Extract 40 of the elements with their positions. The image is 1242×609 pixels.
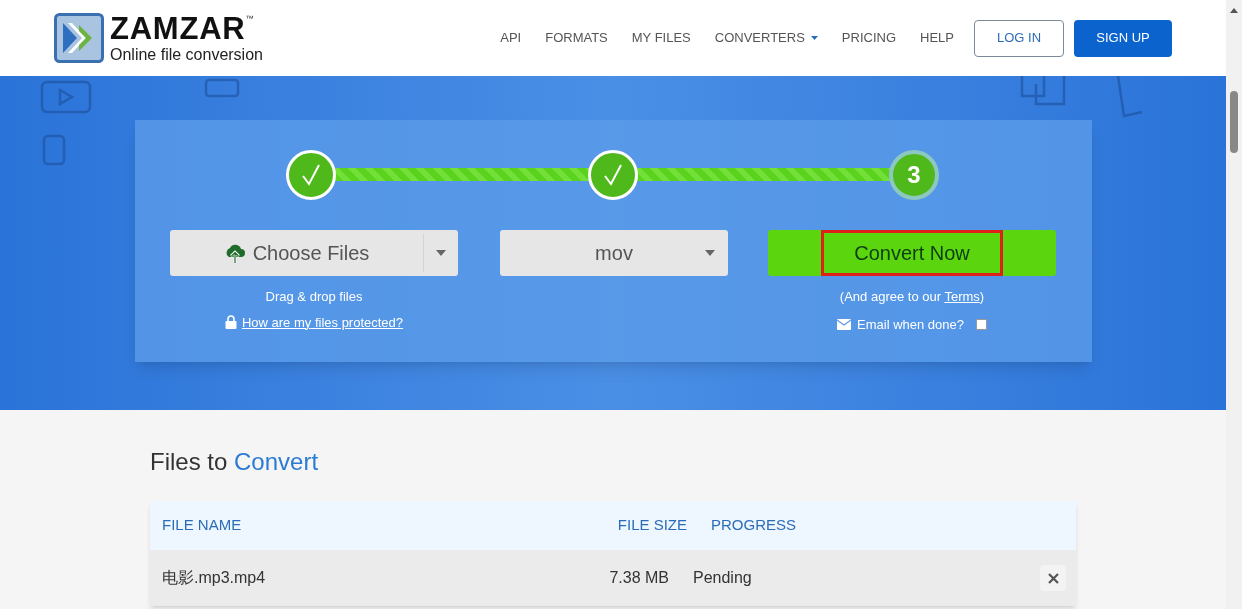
column-header: FILE SIZE <box>616 515 687 536</box>
email-when-done-label: Email when done? <box>857 315 964 334</box>
sign-up-button[interactable]: SIGN UP <box>1074 19 1172 57</box>
nav-link[interactable]: API <box>500 28 522 48</box>
caret-icon[interactable] <box>436 250 446 256</box>
nav-link[interactable]: PRICING <box>841 28 897 48</box>
remove-button[interactable] <box>1040 565 1066 591</box>
log-in-button[interactable]: LOG IN <box>974 19 1064 57</box>
logo-wordmark: ZAMZAR <box>110 13 246 44</box>
choose-files-button[interactable]: Choose Files <box>170 230 458 276</box>
trademark-sign: ™ <box>245 15 254 23</box>
column-header: FILE NAME <box>161 515 243 536</box>
nav-link[interactable]: FORMATS <box>545 28 608 48</box>
email-checkbox[interactable] <box>976 318 987 330</box>
scroll-up-icon[interactable] <box>1230 8 1238 13</box>
nav-link[interactable]: MY FILES <box>631 28 691 48</box>
drag-drop-hint: Drag & drop files <box>265 288 363 306</box>
logo-icon <box>54 13 104 63</box>
caret-icon <box>705 250 715 256</box>
envelope-icon <box>837 318 851 330</box>
section-heading: Files to Convert <box>150 447 320 477</box>
step-number: 3 <box>889 150 939 200</box>
logo-tagline: Online file conversion <box>110 47 263 63</box>
nav-link[interactable]: CONVERTERS <box>714 28 818 48</box>
table-cell: 电影.mp3.mp4 <box>162 569 266 586</box>
checkmark-icon <box>603 164 623 186</box>
choose-files-label: Choose Files <box>252 241 370 266</box>
nav-link[interactable]: HELP <box>920 28 954 48</box>
scrollbar-thumb[interactable] <box>1230 91 1238 153</box>
caret-icon <box>810 36 818 40</box>
terms-note: (And agree to our Terms) <box>839 288 985 306</box>
checkmark-icon <box>301 164 321 186</box>
convert-now-button[interactable]: Convert Now <box>821 230 1003 276</box>
scrollbar[interactable] <box>1226 0 1242 609</box>
close-icon <box>1047 572 1059 584</box>
table-cell: Pending <box>693 569 752 586</box>
column-header: PROGRESS <box>710 515 798 536</box>
format-dropdown[interactable]: mov <box>500 230 728 276</box>
table-cell: 7.38 MB <box>609 569 669 586</box>
lock-icon <box>224 315 237 330</box>
